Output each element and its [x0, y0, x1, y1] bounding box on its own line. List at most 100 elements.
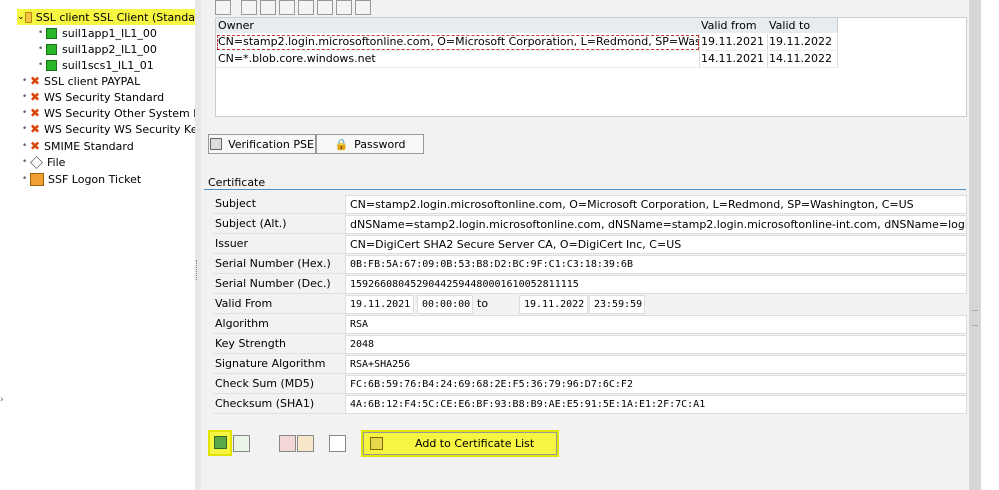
- tree-item-ssl-client-standard[interactable]: ⌄ SSL client SSL Client (Standa: [17, 9, 195, 25]
- tree-item-ssl-paypal[interactable]: • ✖ SSL client PAYPAL: [22, 73, 140, 89]
- label-to: to: [477, 297, 489, 310]
- bullet-icon: •: [38, 44, 44, 54]
- tree-item-label: SSL client PAYPAL: [44, 74, 141, 88]
- green-status-icon: [46, 27, 57, 39]
- column-header-valid-to[interactable]: Valid to: [767, 18, 838, 33]
- scrollbar-grip-icon: [972, 310, 978, 326]
- field-issuer[interactable]: CN=DigiCert SHA2 Secure Server CA, O=Dig…: [345, 235, 967, 254]
- label-valid-from: Valid From: [213, 295, 346, 314]
- display-certificate-icon[interactable]: [329, 435, 346, 452]
- field-algorithm[interactable]: RSA: [345, 315, 967, 334]
- export-certificate-icon[interactable]: [233, 435, 250, 452]
- tree-item-ws-security-standard[interactable]: • ✖ WS Security Standard: [22, 89, 164, 105]
- button-label: Add to Certificate List: [415, 437, 535, 450]
- tree-item-label: WS Security Other System E: [44, 106, 195, 120]
- add-to-certificate-list-button[interactable]: Add to Certificate List: [361, 430, 559, 457]
- field-valid-from-time[interactable]: 00:00:00: [417, 295, 473, 314]
- owner-toolbar: [215, 0, 371, 15]
- tree-item-label: suil1app2_IL1_00: [62, 42, 157, 56]
- tree-item-label: WS Security WS Security Ke: [44, 122, 195, 136]
- tree-item-suil1app1[interactable]: • suil1app1_IL1_00: [38, 25, 157, 41]
- table-row-owner[interactable]: CN=*.blob.core.windows.net: [216, 51, 700, 68]
- password-button[interactable]: 🔒 Password: [316, 134, 424, 154]
- bullet-icon: •: [22, 108, 28, 118]
- collapse-icon[interactable]: ⌄: [17, 12, 25, 22]
- filter-icon[interactable]: [260, 0, 276, 15]
- field-valid-to-date[interactable]: 19.11.2022: [519, 295, 588, 314]
- table-cell-valid-to[interactable]: 14.11.2022: [767, 51, 838, 68]
- upload-certificate-icon[interactable]: [297, 435, 314, 452]
- import-certificate-icon[interactable]: [208, 430, 232, 456]
- splitter-grip-icon: [196, 260, 200, 280]
- field-md5[interactable]: FC:6B:59:76:B4:24:69:68:2E:F5:36:79:96:D…: [345, 375, 967, 394]
- tree-item-smime[interactable]: • ✖ SMIME Standard: [22, 138, 134, 154]
- section-title-certificate: Certificate: [208, 176, 266, 189]
- error-x-icon: ✖: [30, 90, 41, 104]
- main-panel: Owner Valid from Valid to CN=stamp2.logi…: [201, 0, 969, 490]
- tree-item-label: WS Security Standard: [44, 90, 165, 104]
- folder-open-icon: [24, 11, 32, 23]
- label-serial-dec: Serial Number (Dec.): [213, 275, 346, 294]
- field-sha1[interactable]: 4A:6B:12:F4:5C:CE:E6:BF:93:B8:B9:AE:E5:9…: [345, 395, 967, 414]
- layout-icon[interactable]: [355, 0, 371, 15]
- button-label: Verification PSE: [228, 137, 314, 151]
- find-icon[interactable]: [279, 0, 295, 15]
- field-signature-algorithm[interactable]: RSA+SHA256: [345, 355, 967, 374]
- field-subject-alt[interactable]: dNSName=stamp2.login.microsoftonline.com…: [345, 215, 967, 234]
- label-serial-hex: Serial Number (Hex.): [213, 255, 346, 274]
- field-serial-hex[interactable]: 0B:FB:5A:67:09:0B:53:B8:D2:BC:9F:C1:C3:1…: [345, 255, 967, 274]
- bullet-icon: •: [22, 92, 28, 102]
- table-cell-valid-from[interactable]: 14.11.2021: [699, 51, 768, 68]
- label-subject: Subject: [213, 195, 346, 214]
- export-icon[interactable]: [336, 0, 352, 15]
- verification-pse-button[interactable]: Verification PSE: [208, 134, 316, 154]
- tree-item-label: SMIME Standard: [44, 139, 134, 153]
- add-certificate-icon: [370, 437, 383, 450]
- tree-item-suil1app2[interactable]: • suil1app2_IL1_00: [38, 41, 157, 57]
- tree-item-label: SSF Logon Ticket: [48, 172, 142, 186]
- tree-item-label: SSL client SSL Client (Standa: [35, 10, 195, 24]
- vertical-scrollbar[interactable]: [969, 0, 981, 490]
- table-cell-valid-to[interactable]: 19.11.2022: [767, 34, 838, 51]
- error-x-icon: ✖: [30, 74, 41, 88]
- delete-certificate-icon[interactable]: [279, 435, 296, 452]
- label-signature-algorithm: Signature Algorithm: [213, 355, 346, 374]
- details-icon[interactable]: [215, 0, 231, 15]
- label-subject-alt: Subject (Alt.): [213, 215, 346, 234]
- label-key-strength: Key Strength: [213, 335, 346, 354]
- bullet-icon: •: [22, 124, 28, 134]
- sort-ascending-icon[interactable]: [241, 0, 257, 15]
- column-header-owner[interactable]: Owner: [216, 18, 700, 33]
- section-divider: [204, 189, 966, 190]
- cube-icon: [30, 155, 43, 169]
- green-status-icon: [46, 43, 57, 55]
- tree-item-ssf-logon-ticket[interactable]: • SSF Logon Ticket: [22, 171, 141, 187]
- tree-item-file[interactable]: • File: [22, 154, 65, 170]
- find-next-icon[interactable]: [298, 0, 314, 15]
- field-serial-dec[interactable]: 15926608045290442594480001610052811115: [345, 275, 967, 294]
- field-valid-from-date[interactable]: 19.11.2021: [345, 295, 414, 314]
- field-subject[interactable]: CN=stamp2.login.microsoftonline.com, O=M…: [345, 195, 967, 214]
- field-valid-to-time[interactable]: 23:59:59: [589, 295, 645, 314]
- error-x-icon: ✖: [30, 139, 41, 153]
- column-header-valid-from[interactable]: Valid from: [699, 18, 768, 33]
- certificate-tree: ⌄ SSL client SSL Client (Standa • suil1a…: [0, 0, 195, 490]
- bullet-icon: •: [22, 141, 28, 151]
- tree-item-label: suil1app1_IL1_00: [62, 26, 157, 40]
- table-row-owner[interactable]: CN=stamp2.login.microsoftonline.com, O=M…: [216, 34, 700, 51]
- label-algorithm: Algorithm: [213, 315, 346, 334]
- owner-table: Owner Valid from Valid to CN=stamp2.logi…: [215, 17, 967, 117]
- label-sha1: Checksum (SHA1): [213, 395, 346, 414]
- tree-item-label: suil1scs1_IL1_01: [62, 58, 154, 72]
- table-cell-valid-from[interactable]: 19.11.2021: [699, 34, 768, 51]
- tree-item-suil1scs1[interactable]: • suil1scs1_IL1_01: [38, 57, 154, 73]
- set-filter-icon[interactable]: [317, 0, 333, 15]
- field-key-strength[interactable]: 2048: [345, 335, 967, 354]
- pse-icon: [210, 138, 223, 150]
- lock-icon: 🔒: [334, 137, 349, 151]
- tree-item-ws-security-key[interactable]: • ✖ WS Security WS Security Ke: [22, 121, 195, 137]
- tree-item-ws-security-other[interactable]: • ✖ WS Security Other System E: [22, 105, 195, 121]
- expand-arrow-icon[interactable]: ›: [0, 395, 4, 405]
- bullet-icon: •: [22, 174, 28, 184]
- window-edge: [981, 0, 999, 490]
